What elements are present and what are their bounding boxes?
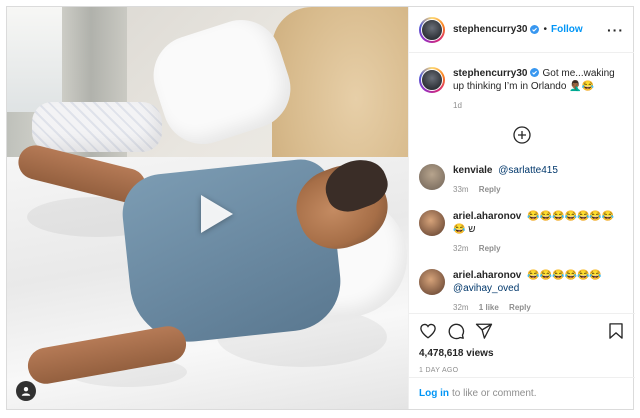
reply-button[interactable]: Reply: [479, 185, 501, 194]
comment-body: ariel.aharonov 😂😂😂😂😂😂😂😂 ש 32m Reply: [453, 210, 624, 255]
comment-time: 32m: [453, 244, 469, 253]
reply-button[interactable]: Reply: [509, 303, 531, 312]
play-button[interactable]: [189, 189, 239, 239]
comment-item: kenviale @sarlatte415 33m Reply: [419, 164, 624, 196]
bookmark-icon[interactable]: [607, 322, 625, 340]
commenter-avatar[interactable]: [419, 269, 445, 295]
comment-username[interactable]: kenviale: [453, 165, 492, 176]
reply-button[interactable]: Reply: [479, 244, 501, 253]
comment-time: 32m: [453, 303, 469, 312]
load-more-comments-button[interactable]: [419, 126, 624, 144]
caption-body: stephencurry30 Got me...waking up thinkin…: [453, 67, 624, 112]
comment-icon[interactable]: [447, 322, 465, 340]
login-link[interactable]: Log in: [419, 388, 449, 399]
user-tag-button[interactable]: [16, 381, 36, 401]
view-count[interactable]: 4,478,618 views: [419, 348, 625, 359]
verified-badge-icon: [530, 68, 540, 77]
login-prompt: Log in to like or comment.: [409, 377, 635, 409]
comment-body: ariel.aharonov 😂😂😂😂😂😂 @avihay_oved 32m 1…: [453, 269, 624, 314]
login-suffix: to like or comment.: [452, 388, 537, 399]
header-separator: •: [543, 24, 547, 35]
comment-time: 33m: [453, 185, 469, 194]
photo-pillow-patterned: [32, 102, 162, 152]
post-actions: 4,478,618 views 1 DAY AGO: [409, 313, 635, 374]
post-sidebar: stephencurry30 • Follow ··· stephencurry…: [408, 7, 635, 409]
comment-item: ariel.aharonov 😂😂😂😂😂😂😂😂 ש 32m Reply: [419, 210, 624, 255]
comments-list: stephencurry30 Got me...waking up thinkin…: [409, 53, 634, 313]
comment-text: 😂😂😂😂😂😂: [527, 270, 602, 281]
heart-icon[interactable]: [419, 322, 437, 340]
comment-meta: 33m Reply: [453, 183, 624, 196]
instagram-post-card: stephencurry30 • Follow ··· stephencurry…: [6, 6, 635, 410]
comment-mention[interactable]: @avihay_oved: [453, 283, 519, 294]
action-icons: [419, 314, 625, 348]
commenter-avatar[interactable]: [419, 210, 445, 236]
author-username[interactable]: stephencurry30: [453, 24, 527, 35]
comment-meta: 32m Reply: [453, 242, 624, 255]
caption-age: 1d: [453, 101, 462, 110]
author-avatar[interactable]: [419, 67, 445, 93]
photo-window: [7, 7, 62, 112]
comment-like-count[interactable]: 1 like: [479, 303, 499, 312]
comment-item: ariel.aharonov 😂😂😂😂😂😂 @avihay_oved 32m 1…: [419, 269, 624, 314]
post-timestamp: 1 DAY AGO: [419, 367, 459, 374]
post-video[interactable]: [7, 7, 408, 409]
verified-badge-icon: [530, 25, 540, 34]
comment-username[interactable]: ariel.aharonov: [453, 270, 521, 281]
comment-mention[interactable]: @sarlatte415: [498, 165, 558, 176]
play-icon: [201, 195, 233, 233]
user-tag-icon: [21, 387, 31, 396]
commenter-avatar[interactable]: [419, 164, 445, 190]
follow-button[interactable]: Follow: [551, 24, 583, 35]
comment-body: kenviale @sarlatte415 33m Reply: [453, 164, 624, 196]
add-comment-icon: [512, 126, 531, 144]
author-avatar[interactable]: [419, 16, 445, 43]
share-icon[interactable]: [475, 322, 493, 340]
caption: stephencurry30 Got me...waking up thinkin…: [419, 67, 624, 112]
caption-meta: 1d: [453, 99, 624, 112]
more-options-icon[interactable]: ···: [607, 22, 624, 38]
caption-username[interactable]: stephencurry30: [453, 68, 527, 79]
comment-username[interactable]: ariel.aharonov: [453, 211, 521, 222]
post-header: stephencurry30 • Follow ···: [409, 7, 634, 53]
